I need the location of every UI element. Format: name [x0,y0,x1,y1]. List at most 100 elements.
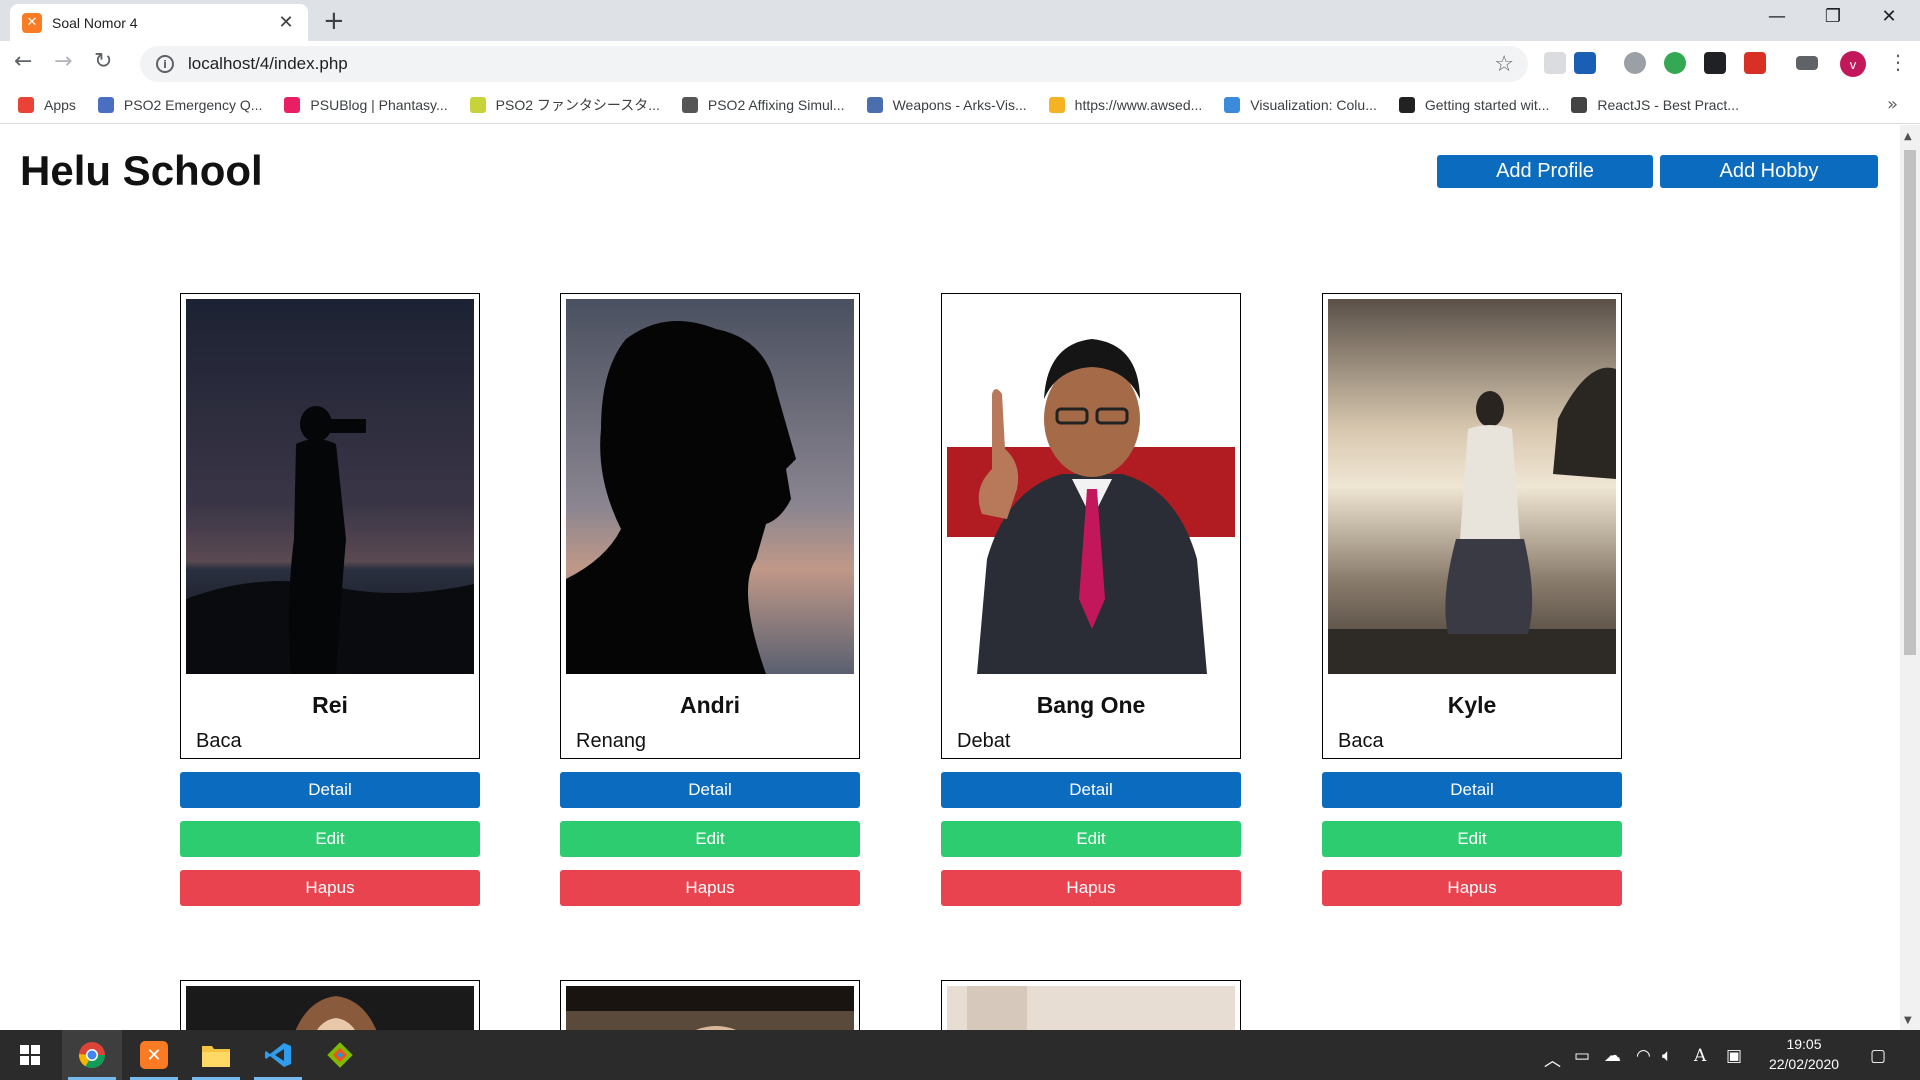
bookmark-item[interactable]: PSO2 ファンタシースタ... [469,95,660,115]
bookmark-favicon-icon [1398,96,1415,113]
bookmark-favicon-icon [284,96,301,113]
scroll-thumb[interactable] [1904,150,1916,655]
clock-date[interactable]: 22/02/2020 [1762,1056,1846,1072]
profile-photo [566,299,854,674]
forward-arrow-icon[interactable]: → [54,49,72,74]
page-viewport: Helu School Add Profile Add Hobby Rei Ba… [0,125,1900,1030]
profile-card: Andri Renang [560,293,860,759]
bookmark-item[interactable]: Visualization: Colu... [1224,96,1377,113]
globe-extension-icon[interactable] [1664,52,1686,74]
cube-extension-icon[interactable] [1704,52,1726,74]
bookmark-favicon-icon [866,96,883,113]
menu-dots-icon[interactable]: ⋮ [1888,50,1908,74]
bookmark-item[interactable]: Apps [18,96,76,113]
back-arrow-icon[interactable]: ← [14,49,32,74]
url-text[interactable]: localhost/4/index.php [188,54,1494,74]
scroll-down-icon[interactable]: ▼ [1904,1015,1912,1026]
volume-icon[interactable]: 🔈︎ [1662,1046,1672,1066]
bookmark-favicon-icon [1571,96,1588,113]
notification-icon[interactable]: ▢ [1870,1046,1886,1066]
delete-button[interactable]: Hapus [180,870,480,906]
edit-button[interactable]: Edit [941,821,1241,857]
delete-button[interactable]: Hapus [560,870,860,906]
git-icon[interactable] [310,1030,370,1080]
detail-button[interactable]: Detail [560,772,860,808]
bookmark-item[interactable]: PSUBlog | Phantasy... [284,96,448,113]
profile-name: Bang One [1036,692,1146,718]
detail-button[interactable]: Detail [180,772,480,808]
profile-card-partial [941,980,1241,1030]
bookmark-label: Apps [44,96,76,113]
profile-photo [566,986,854,1030]
clock-time[interactable]: 19:05 [1762,1036,1846,1052]
profile-card: Kyle Baca [1322,293,1622,759]
shield-extension-icon[interactable] [1544,52,1566,74]
vscode-icon[interactable] [248,1030,308,1080]
close-window-button[interactable]: ✕ [1866,6,1912,27]
bookmark-item[interactable]: PSO2 Emergency Q... [97,96,263,113]
xampp-icon[interactable]: ✕ [124,1030,184,1080]
profile-photo [947,986,1235,1030]
bookmark-favicon-icon [1048,96,1065,113]
chrome-icon[interactable] [62,1030,122,1080]
address-bar[interactable]: i localhost/4/index.php ☆ [140,46,1528,82]
bookmark-label: Weapons - Arks-Vis... [892,96,1027,113]
maximize-button[interactable]: ❐ [1810,6,1856,27]
page-title: Helu School [20,147,263,194]
bookmarks-bar: Apps PSO2 Emergency Q... PSUBlog | Phantas… [0,86,1920,124]
add-hobby-button[interactable]: Add Hobby [1660,155,1878,188]
bookmark-item[interactable]: PSO2 Affixing Simul... [681,96,845,113]
input-method-icon[interactable]: A [1694,1046,1706,1066]
bookmarks-overflow-icon[interactable]: » [1887,94,1898,115]
page-scrollbar[interactable]: ▲ ▼ [1900,125,1920,1030]
detail-button[interactable]: Detail [1322,772,1622,808]
profile-hobby: Renang [576,730,647,752]
bookmark-item[interactable]: ReactJS - Best Pract... [1571,96,1739,113]
site-info-icon[interactable]: i [156,55,174,73]
minimize-button[interactable]: — [1754,6,1800,27]
profile-avatar[interactable]: v [1840,51,1866,77]
bookmark-item[interactable]: Weapons - Arks-Vis... [866,96,1027,113]
xampp-favicon-icon: ✕ [22,12,42,33]
bookmark-label: Visualization: Colu... [1250,96,1377,113]
wifi-icon[interactable]: ◠ [1636,1046,1651,1066]
bookmark-favicon-icon [1224,96,1241,113]
translate-extension-icon[interactable] [1574,52,1596,74]
bookmark-label: PSO2 ファンタシースタ... [495,96,660,113]
delete-button[interactable]: Hapus [1322,870,1622,906]
edit-button[interactable]: Edit [180,821,480,857]
profile-hobby: Baca [196,730,242,752]
playlist-icon[interactable] [1796,56,1818,70]
bookmark-item[interactable]: Getting started wit... [1398,96,1549,113]
file-explorer-icon[interactable] [186,1030,246,1080]
battery-icon[interactable]: ▭ [1574,1046,1590,1066]
profile-card-partial [560,980,860,1030]
browser-tab[interactable]: ✕ Soal Nomor 4 ✕ [10,4,308,41]
wordpress-extension-icon[interactable] [1624,52,1646,74]
tab-close-icon[interactable]: ✕ [276,12,296,33]
edit-button[interactable]: Edit [1322,821,1622,857]
bookmark-label: PSO2 Emergency Q... [123,96,263,113]
scroll-up-icon[interactable]: ▲ [1904,131,1912,142]
bookmark-label: https://www.awsed... [1074,96,1203,113]
profile-name: Andri [679,692,741,718]
delete-button[interactable]: Hapus [941,870,1241,906]
media-extension-icon[interactable] [1744,52,1766,74]
edit-button[interactable]: Edit [560,821,860,857]
windows-start-icon[interactable] [0,1030,60,1080]
tray-chevron-icon[interactable]: ︿ [1544,1046,1561,1071]
tab-title: Soal Nomor 4 [52,14,138,31]
bookmark-star-icon[interactable]: ☆ [1494,52,1514,77]
browser-toolbar: ← → ↻ i localhost/4/index.php ☆ v ⋮ [0,41,1920,86]
focus-assist-icon[interactable]: ▣ [1726,1046,1742,1066]
bookmark-item[interactable]: https://www.awsed... [1048,96,1203,113]
reload-icon[interactable]: ↻ [94,49,112,74]
new-tab-button[interactable]: + [323,6,345,36]
detail-button[interactable]: Detail [941,772,1241,808]
profile-photo [1328,299,1616,674]
onedrive-icon[interactable]: ☁ [1604,1046,1621,1066]
bookmark-label: PSUBlog | Phantasy... [310,96,448,113]
bookmark-label: PSO2 Affixing Simul... [707,96,845,113]
tab-strip: ✕ Soal Nomor 4 ✕ + — ❐ ✕ [0,0,1920,41]
add-profile-button[interactable]: Add Profile [1437,155,1653,188]
